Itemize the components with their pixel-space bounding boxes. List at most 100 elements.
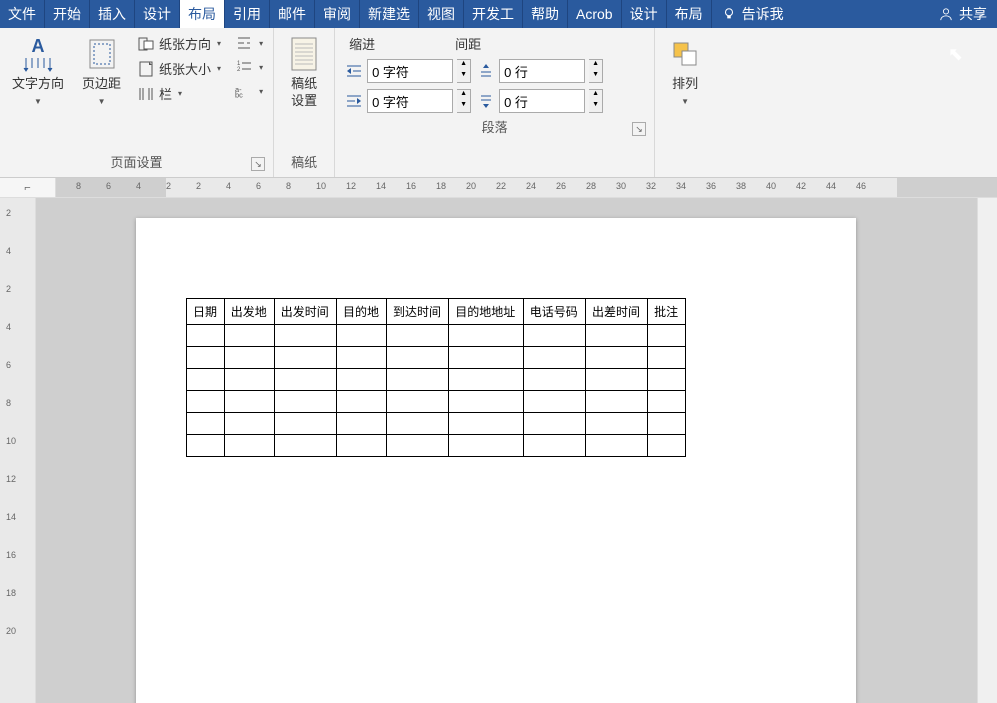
table-cell[interactable] xyxy=(336,325,386,347)
table-cell[interactable] xyxy=(187,413,225,435)
table-cell[interactable] xyxy=(449,369,523,391)
table-cell[interactable] xyxy=(386,435,448,457)
table-header-cell[interactable]: 出发时间 xyxy=(274,299,336,325)
table-cell[interactable] xyxy=(386,413,448,435)
table-cell[interactable] xyxy=(449,391,523,413)
table-cell[interactable] xyxy=(336,413,386,435)
tab-home[interactable]: 开始 xyxy=(45,0,90,28)
table-cell[interactable] xyxy=(523,325,585,347)
table-cell[interactable] xyxy=(523,369,585,391)
vertical-ruler[interactable]: 242468101214161820 xyxy=(0,198,36,703)
tab-table-layout[interactable]: 布局 xyxy=(667,0,712,28)
table-cell[interactable] xyxy=(187,435,225,457)
table-cell[interactable] xyxy=(585,347,647,369)
table-cell[interactable] xyxy=(648,413,686,435)
table-cell[interactable] xyxy=(449,413,523,435)
margins-button[interactable]: 页边距 ▼ xyxy=(76,32,127,110)
ruler-corner[interactable]: ⌐ xyxy=(0,178,56,197)
table-header-cell[interactable]: 日期 xyxy=(187,299,225,325)
tab-table-design[interactable]: 设计 xyxy=(622,0,667,28)
table-cell[interactable] xyxy=(585,435,647,457)
table-cell[interactable] xyxy=(274,435,336,457)
line-numbers-button[interactable]: 12▾ xyxy=(231,56,267,78)
tell-me-search[interactable]: 告诉我 xyxy=(712,0,794,28)
table-cell[interactable] xyxy=(224,369,274,391)
table-cell[interactable] xyxy=(585,391,647,413)
indent-right-input[interactable] xyxy=(367,89,453,113)
document-canvas[interactable]: 日期出发地出发时间目的地到达时间目的地地址电话号码出差时间批注 xyxy=(36,198,977,703)
tab-developer[interactable]: 开发工 xyxy=(464,0,523,28)
tab-newtab[interactable]: 新建选 xyxy=(360,0,419,28)
table-cell[interactable] xyxy=(224,391,274,413)
tab-design[interactable]: 设计 xyxy=(135,0,180,28)
table-cell[interactable] xyxy=(449,347,523,369)
table-header-cell[interactable]: 出发地 xyxy=(224,299,274,325)
spin-down[interactable]: ▼ xyxy=(589,71,602,82)
horizontal-ruler[interactable]: 8642246810121416182022242628303234363840… xyxy=(56,178,997,197)
indent-right-field[interactable]: ▲▼ xyxy=(345,89,471,113)
text-direction-button[interactable]: A 文字方向 ▼ xyxy=(6,32,70,110)
table-cell[interactable] xyxy=(336,347,386,369)
indent-left-field[interactable]: ▲▼ xyxy=(345,59,471,83)
table-cell[interactable] xyxy=(274,325,336,347)
table-cell[interactable] xyxy=(523,391,585,413)
table-row[interactable] xyxy=(187,413,686,435)
table-cell[interactable] xyxy=(449,435,523,457)
table-cell[interactable] xyxy=(386,347,448,369)
space-before-field[interactable]: ▲▼ xyxy=(477,59,603,83)
tab-mailings[interactable]: 邮件 xyxy=(270,0,315,28)
table-row[interactable] xyxy=(187,435,686,457)
table-header-cell[interactable]: 到达时间 xyxy=(386,299,448,325)
table-cell[interactable] xyxy=(523,347,585,369)
table-cell[interactable] xyxy=(224,347,274,369)
space-after-field[interactable]: ▲▼ xyxy=(477,89,603,113)
share-button[interactable]: 共享 xyxy=(959,4,987,24)
arrange-button[interactable]: 排列 ▼ xyxy=(661,32,709,110)
table-header-cell[interactable]: 目的地地址 xyxy=(449,299,523,325)
vertical-scrollbar[interactable] xyxy=(977,198,997,703)
table-cell[interactable] xyxy=(187,369,225,391)
spin-down[interactable]: ▼ xyxy=(457,71,470,82)
orientation-button[interactable]: 纸张方向▾ xyxy=(133,32,225,55)
table-cell[interactable] xyxy=(336,369,386,391)
manuscript-settings-button[interactable]: 稿纸 设置 xyxy=(280,32,328,114)
table-cell[interactable] xyxy=(224,325,274,347)
columns-button[interactable]: 栏▾ xyxy=(133,82,225,105)
table-cell[interactable] xyxy=(187,347,225,369)
page-setup-launcher[interactable]: ↘ xyxy=(251,157,265,171)
hyphenation-button[interactable]: a-bc▾ xyxy=(231,80,267,102)
table-cell[interactable] xyxy=(648,325,686,347)
table-cell[interactable] xyxy=(224,413,274,435)
table-cell[interactable] xyxy=(585,413,647,435)
table-header-cell[interactable]: 电话号码 xyxy=(523,299,585,325)
tab-file[interactable]: 文件 xyxy=(0,0,45,28)
table-cell[interactable] xyxy=(386,325,448,347)
table-header-cell[interactable]: 出差时间 xyxy=(585,299,647,325)
tab-layout[interactable]: 布局 xyxy=(180,0,225,28)
table-header-cell[interactable]: 批注 xyxy=(648,299,686,325)
spin-up[interactable]: ▲ xyxy=(589,90,602,101)
tab-help[interactable]: 帮助 xyxy=(523,0,568,28)
table-cell[interactable] xyxy=(648,391,686,413)
table-cell[interactable] xyxy=(386,369,448,391)
spin-up[interactable]: ▲ xyxy=(457,90,470,101)
tab-acrobat[interactable]: Acrob xyxy=(568,0,622,28)
spin-up[interactable]: ▲ xyxy=(457,60,470,71)
space-after-input[interactable] xyxy=(499,89,585,113)
size-button[interactable]: 纸张大小▾ xyxy=(133,57,225,80)
table-cell[interactable] xyxy=(648,347,686,369)
indent-left-input[interactable] xyxy=(367,59,453,83)
table-cell[interactable] xyxy=(187,391,225,413)
table-cell[interactable] xyxy=(585,369,647,391)
table-cell[interactable] xyxy=(648,369,686,391)
spin-up[interactable]: ▲ xyxy=(589,60,602,71)
document-table[interactable]: 日期出发地出发时间目的地到达时间目的地地址电话号码出差时间批注 xyxy=(186,298,686,457)
tab-references[interactable]: 引用 xyxy=(225,0,270,28)
table-cell[interactable] xyxy=(274,347,336,369)
table-cell[interactable] xyxy=(274,391,336,413)
space-before-input[interactable] xyxy=(499,59,585,83)
paragraph-launcher[interactable]: ↘ xyxy=(632,122,646,136)
table-row[interactable] xyxy=(187,369,686,391)
table-cell[interactable] xyxy=(274,369,336,391)
table-cell[interactable] xyxy=(336,435,386,457)
